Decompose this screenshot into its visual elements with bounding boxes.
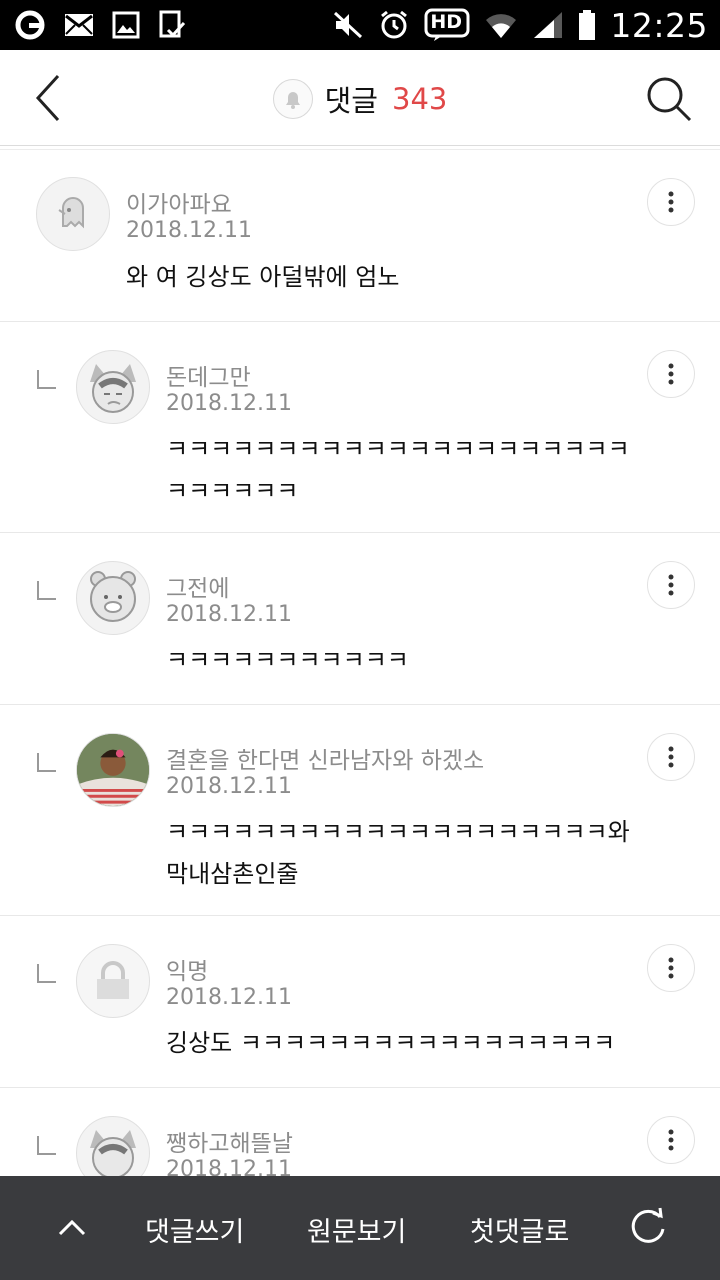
write-comment-button[interactable]: 댓글쓰기 [145, 1210, 244, 1249]
avatar[interactable] [76, 350, 150, 424]
app-header: 댓글 343 [0, 50, 720, 150]
screen: HD 12:25 댓글 343 이가아파요 2018.12.11 와 여 깅상도… [0, 0, 720, 1280]
alarm-icon [378, 9, 410, 41]
comment-text: 와 여 깅상도 아덜밖에 엄노 [126, 263, 400, 291]
avatar-locked[interactable] [76, 944, 150, 1018]
title-label: 댓글 [324, 84, 378, 118]
more-vertical-icon [668, 746, 674, 768]
author-name[interactable]: 돈데그만 [166, 358, 251, 392]
refresh-icon [631, 1207, 665, 1243]
hd-voice-icon: HD [424, 8, 470, 42]
bell-icon [285, 92, 300, 109]
comment-date: 2018.12.11 [166, 774, 292, 799]
scroll-top-button[interactable] [55, 1212, 89, 1242]
comment-text: 깅상도 ㅋㅋㅋㅋㅋㅋㅋㅋㅋㅋㅋㅋㅋㅋㅋㅋㅋ [166, 1029, 616, 1057]
gallery-icon [112, 11, 140, 39]
comment-count: 343 [392, 82, 448, 116]
comment-date: 2018.12.11 [166, 391, 292, 416]
reply-arrow-icon [37, 753, 56, 772]
more-options-button[interactable] [647, 1116, 695, 1164]
refresh-button[interactable] [627, 1205, 669, 1247]
page-title: 댓글 343 [0, 78, 720, 120]
comment-item: 이가아파요 2018.12.11 와 여 깅상도 아덜밖에 엄노 [0, 151, 720, 322]
reply-item: 결혼을 한다면 신라남자와 하겠소 2018.12.11 ㅋㅋㅋㅋㅋㅋㅋㅋㅋㅋㅋ… [0, 705, 720, 916]
chevron-up-icon [58, 1219, 86, 1236]
comment-date: 2018.12.11 [126, 218, 252, 243]
more-options-button[interactable] [647, 561, 695, 609]
hd-label: HD [430, 11, 463, 33]
author-name[interactable]: 그전에 [166, 569, 229, 603]
reply-arrow-icon [37, 1136, 56, 1155]
reply-arrow-icon [37, 581, 56, 600]
avatar-photo[interactable] [76, 733, 150, 807]
first-comment-button[interactable]: 첫댓글로 [470, 1210, 569, 1249]
reply-item: 돈데그만 2018.12.11 ㅋㅋㅋㅋㅋㅋㅋㅋㅋㅋㅋㅋㅋㅋㅋㅋㅋㅋㅋㅋㅋㅋㅋㅋ… [0, 322, 720, 533]
more-vertical-icon [668, 574, 674, 596]
view-original-button[interactable]: 원문보기 [307, 1210, 406, 1249]
reply-item: 익명 2018.12.11 깅상도 ㅋㅋㅋㅋㅋㅋㅋㅋㅋㅋㅋㅋㅋㅋㅋㅋㅋ [0, 916, 720, 1088]
more-options-button[interactable] [647, 944, 695, 992]
search-icon [647, 77, 692, 122]
carrier-logo-icon [14, 9, 46, 41]
comment-text: ㅋㅋㅋㅋㅋㅋㅋㅋㅋㅋㅋㅋㅋㅋㅋㅋㅋㅋㅋㅋㅋㅋㅋㅋㅋㅋㅋ [166, 435, 630, 505]
more-vertical-icon [668, 363, 674, 385]
battery-icon [578, 9, 596, 41]
lock-icon [97, 961, 129, 999]
reply-arrow-icon [37, 964, 56, 983]
more-vertical-icon [668, 1129, 674, 1151]
comment-date: 2018.12.11 [166, 985, 292, 1010]
more-options-button[interactable] [647, 733, 695, 781]
mail-icon [64, 13, 94, 37]
author-name[interactable]: 이가아파요 [126, 185, 232, 219]
more-options-button[interactable] [647, 350, 695, 398]
notification-toggle[interactable] [272, 79, 313, 119]
author-name[interactable]: 익명 [166, 952, 208, 986]
avatar[interactable] [76, 561, 150, 635]
author-name[interactable]: 결혼을 한다면 신라남자와 하겠소 [166, 741, 484, 775]
signal-icon [532, 10, 564, 40]
reply-item: 그전에 2018.12.11 ㅋㅋㅋㅋㅋㅋㅋㅋㅋㅋㅋ [0, 533, 720, 705]
bottom-toolbar: 댓글쓰기 원문보기 첫댓글로 [0, 1176, 720, 1280]
status-bar: HD 12:25 [0, 0, 720, 50]
mute-icon [332, 10, 364, 40]
more-options-button[interactable] [647, 178, 695, 226]
author-name[interactable]: 쨍하고해뜰날 [166, 1124, 293, 1158]
comment-text: ㅋㅋㅋㅋㅋㅋㅋㅋㅋㅋㅋㅋㅋㅋㅋㅋㅋㅋㅋㅋ와막내삼촌인줄 [166, 818, 630, 888]
wifi-icon [484, 10, 518, 40]
avatar[interactable] [36, 177, 110, 251]
comment-list: 이가아파요 2018.12.11 와 여 깅상도 아덜밖에 엄노 돈데그만 20… [0, 151, 720, 1228]
more-vertical-icon [668, 191, 674, 213]
search-button[interactable] [644, 74, 694, 124]
comment-date: 2018.12.11 [166, 602, 292, 627]
clock: 12:25 [610, 5, 708, 45]
more-vertical-icon [668, 957, 674, 979]
clipboard-check-icon [158, 10, 186, 40]
comment-text: ㅋㅋㅋㅋㅋㅋㅋㅋㅋㅋㅋ [166, 646, 409, 674]
reply-arrow-icon [37, 370, 56, 389]
